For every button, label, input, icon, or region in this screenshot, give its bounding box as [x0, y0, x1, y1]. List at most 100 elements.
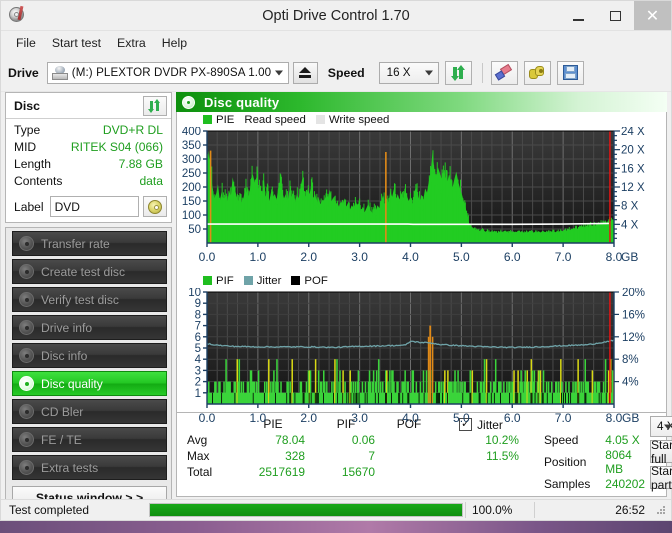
svg-text:4 X: 4 X — [621, 219, 639, 231]
sidebar-item-label: FE / TE — [41, 432, 82, 447]
start-part-button[interactable]: Start part — [649, 464, 672, 492]
svg-text:5.0: 5.0 — [453, 250, 470, 264]
legend-item-read-speed: Read speed — [244, 114, 305, 126]
svg-text:24 X: 24 X — [621, 127, 645, 138]
meta-row-speed: Speed 4.05 X — [539, 432, 650, 448]
status-bar: Test completed 100.0% 26:52 — [1, 499, 671, 520]
sidebar-item-label: Transfer rate — [41, 236, 110, 251]
tools-button[interactable] — [523, 60, 551, 85]
sidebar-item-extra-tests[interactable]: Extra tests — [12, 455, 167, 480]
sidebar-item-disc-info[interactable]: Disc info — [12, 343, 167, 368]
minimize-button[interactable] — [560, 1, 597, 30]
svg-text:9: 9 — [195, 298, 201, 310]
disc-label-button[interactable] — [143, 196, 167, 217]
glove-icon — [528, 65, 546, 81]
test-controls: 4 X Start full Start part — [649, 416, 672, 492]
sidebar-item-fe-te[interactable]: FE / TE — [12, 427, 167, 452]
stats-max-pof — [381, 448, 437, 464]
menu-item-file[interactable]: File — [8, 34, 44, 52]
svg-text:GB: GB — [621, 250, 638, 264]
svg-text:GB: GB — [622, 411, 639, 425]
svg-text:12%: 12% — [622, 332, 645, 344]
start-full-button[interactable]: Start full — [649, 438, 672, 466]
legend-label: PIF — [216, 274, 234, 287]
eject-button[interactable] — [292, 61, 318, 84]
svg-text:20 X: 20 X — [621, 145, 645, 157]
meta-row-samples: Samples 240202 — [539, 476, 650, 492]
svg-text:6: 6 — [195, 332, 201, 344]
panel-title: Disc quality — [204, 94, 280, 110]
svg-text:1: 1 — [195, 388, 201, 400]
svg-text:7.0: 7.0 — [555, 250, 572, 264]
menu-item-extra[interactable]: Extra — [109, 34, 154, 52]
legend-item-pif: PIF — [203, 275, 234, 287]
refresh-icon — [148, 98, 162, 113]
svg-text:3.0: 3.0 — [351, 411, 368, 425]
maximize-button[interactable] — [597, 1, 634, 30]
refresh-button[interactable] — [444, 60, 472, 85]
disc-label-row: Label DVD — [6, 194, 171, 222]
close-button[interactable]: ✕ — [634, 1, 671, 30]
speed-label: Speed — [327, 65, 365, 80]
svg-text:3.0: 3.0 — [351, 250, 368, 264]
disc-properties: Type DVD+R DL MID RITEK S04 (066) Length… — [6, 119, 171, 194]
menu-item-start-test[interactable]: Start test — [44, 34, 109, 52]
svg-text:350: 350 — [182, 140, 201, 152]
svg-text:400: 400 — [182, 127, 201, 138]
legend-item-pof: POF — [291, 275, 328, 287]
meta-key-speed: Speed — [544, 433, 579, 447]
erase-button[interactable] — [490, 60, 518, 85]
disc-row-key: Type — [14, 123, 41, 137]
svg-text:16%: 16% — [622, 309, 645, 321]
disc-panel-title: Disc — [14, 98, 40, 113]
drive-select[interactable]: (M:) PLEXTOR DVDR PX-890SA 1.00 — [46, 61, 289, 84]
title-bar: Opti Drive Control 1.70 ✕ — [1, 1, 671, 30]
stats-max-pif: 7 — [368, 449, 375, 463]
legend-swatch — [203, 276, 212, 285]
legend-label: PIE — [216, 113, 235, 126]
pif-chart-plot: 12345678910 4% 8% 12% 16% 20% 0.0 1.0 2.0 3.0 4.0 5… — [188, 288, 645, 425]
stats-avg-jitter: 10.2% — [485, 433, 519, 447]
legend-item-pie: PIE — [203, 114, 234, 126]
svg-text:7: 7 — [195, 321, 201, 333]
svg-text:0.0: 0.0 — [199, 250, 216, 264]
test-speed-select[interactable]: 4 X — [649, 416, 672, 437]
sidebar-item-label: Drive info — [41, 320, 93, 335]
disc-refresh-button[interactable] — [143, 95, 167, 116]
disc-label-input[interactable]: DVD — [49, 196, 139, 217]
pie-chart-plot: 50 100 150 200 250 300 350 400 4 X 8 X 12 X 16 X 20 … — [182, 127, 645, 264]
eject-icon — [299, 67, 312, 78]
svg-text:5: 5 — [195, 343, 201, 355]
legend-label: Write speed — [328, 113, 390, 126]
meta-value-position: 8064 MB — [605, 448, 632, 476]
sidebar-item-create-test-disc[interactable]: Create test disc — [12, 259, 167, 284]
stats-max-pie: 328 — [285, 449, 305, 463]
sidebar-item-label: Extra tests — [41, 460, 99, 475]
disc-icon — [19, 432, 34, 447]
menu-item-help[interactable]: Help — [154, 34, 195, 52]
drive-select-value: (M:) PLEXTOR DVDR PX-890SA 1.00 — [71, 66, 272, 79]
optical-drive-icon — [51, 65, 68, 80]
save-button[interactable] — [556, 60, 584, 85]
legend-item-jitter: Jitter — [243, 275, 281, 287]
legend-swatch — [243, 276, 253, 285]
disc-icon — [19, 236, 34, 251]
pie-chart-legend: PIE Read speed Write speed — [177, 112, 666, 127]
speed-select-value: 16 X — [386, 66, 411, 79]
sidebar-item-cd-bler[interactable]: CD Bler — [12, 399, 167, 424]
sidebar-item-drive-info[interactable]: Drive info — [12, 315, 167, 340]
left-sidebar: Disc Type DVD+R DL MID RITEK S04 (066) L… — [5, 92, 172, 514]
nav-list: Transfer rate Create test disc Verify te… — [5, 227, 172, 514]
sidebar-item-disc-quality[interactable]: Disc quality — [12, 371, 167, 396]
sidebar-item-transfer-rate[interactable]: Transfer rate — [12, 231, 167, 256]
svg-text:6.0: 6.0 — [504, 250, 521, 264]
svg-text:4: 4 — [195, 354, 202, 366]
menu-bar: File Start test Extra Help — [1, 30, 671, 54]
svg-text:7.0: 7.0 — [555, 411, 572, 425]
speed-select[interactable]: 16 X — [378, 61, 439, 84]
sidebar-item-label: Create test disc — [41, 264, 126, 279]
svg-text:16 X: 16 X — [621, 163, 645, 175]
sidebar-item-verify-test-disc[interactable]: Verify test disc — [12, 287, 167, 312]
resize-grip-icon[interactable] — [655, 504, 667, 516]
svg-text:8 X: 8 X — [621, 201, 639, 213]
